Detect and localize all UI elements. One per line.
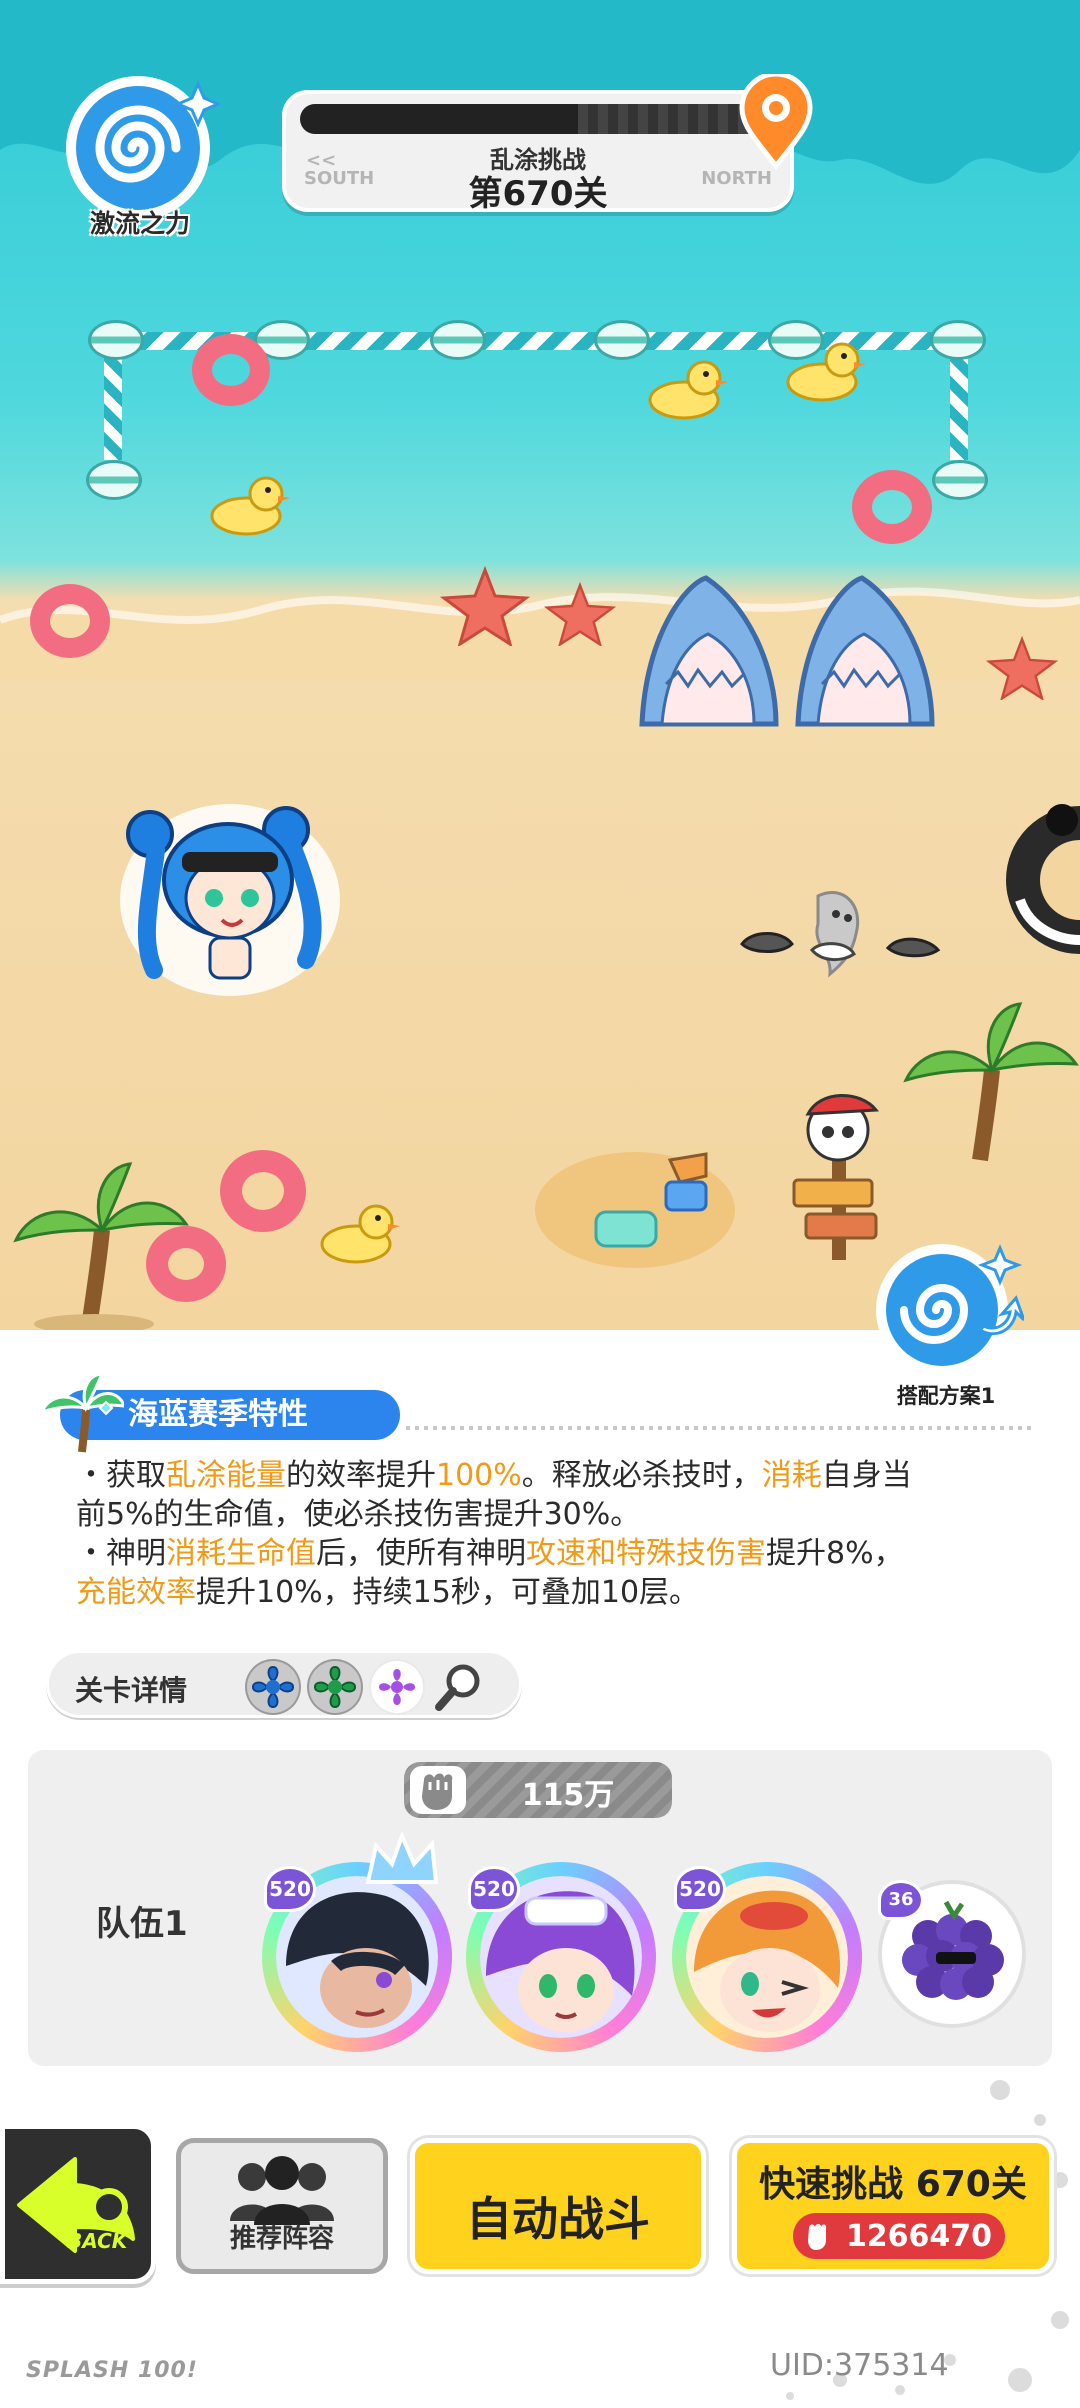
game-logo: SPLASH 100! bbox=[26, 2358, 198, 2383]
loadout-label: 搭配方案1 bbox=[896, 1384, 996, 1408]
hero-slot-1[interactable]: 520 bbox=[262, 1832, 452, 2052]
shark-gate bbox=[639, 575, 935, 727]
sand-mound bbox=[535, 1152, 735, 1268]
season-desc-line-4: 充能效率提升10%，持续15秒，可叠加10层。 bbox=[76, 1573, 1036, 1612]
season-highlight-text: 消耗生命值 bbox=[166, 1536, 316, 1571]
back-arrow-icon bbox=[17, 2157, 135, 2253]
quick-challenge-power-pill: 1266470 bbox=[793, 2213, 1005, 2259]
season-text: 提升8%， bbox=[766, 1536, 904, 1571]
stage-progress-bar bbox=[300, 104, 778, 134]
magnifier-icon bbox=[435, 1664, 480, 1711]
blue-gear-chip[interactable] bbox=[245, 1659, 301, 1715]
power-badge[interactable]: 激流之力 bbox=[60, 70, 220, 240]
stage-panel: << SOUTH 乱涂挑战 第670关 NORTH bbox=[282, 90, 794, 214]
back-button[interactable]: BACK bbox=[0, 2124, 156, 2284]
quick-challenge-button[interactable]: 快速挑战 670关 1266470 bbox=[732, 2138, 1054, 2274]
hero-level-badge: 520 bbox=[264, 1866, 316, 1912]
green-gear-chip[interactable] bbox=[307, 1659, 363, 1715]
season-divider bbox=[406, 1426, 1036, 1430]
back-label: BACK bbox=[67, 2229, 128, 2253]
hero-level-badge: 520 bbox=[468, 1866, 520, 1912]
rubber-duck bbox=[320, 1204, 400, 1264]
stage-details-title: 关卡详情 bbox=[75, 1674, 188, 1707]
rubber-duck bbox=[648, 360, 728, 420]
loadout-button[interactable]: 搭配方案1 bbox=[868, 1240, 1024, 1410]
green-gear-icon bbox=[309, 1661, 361, 1713]
whirlpool-swap-icon bbox=[876, 1244, 1024, 1376]
recommend-lineup-label: 推荐阵容 bbox=[229, 2224, 334, 2254]
auto-battle-button[interactable]: 自动战斗 bbox=[410, 2138, 706, 2274]
auto-battle-label: 自动战斗 bbox=[466, 2192, 650, 2246]
season-highlight-text: 乱涂能量 bbox=[166, 1458, 286, 1493]
season-text: 自身当 bbox=[821, 1458, 912, 1493]
swim-ring bbox=[30, 584, 110, 658]
rope-buoy bbox=[86, 460, 142, 500]
rope-buoy bbox=[930, 320, 986, 360]
rope-buoy bbox=[88, 320, 144, 360]
panda-ring bbox=[1006, 804, 1080, 954]
purple-gear-icon bbox=[371, 1661, 423, 1713]
season-highlight-text: 充能效率 bbox=[76, 1575, 196, 1610]
purple-gear-chip[interactable] bbox=[369, 1659, 425, 1715]
pet-level-badge: 36 bbox=[878, 1880, 924, 1920]
stage-details-bar[interactable]: 关卡详情 bbox=[46, 1650, 522, 1718]
season-desc-line-3: ・神明消耗生命值后，使所有神明攻速和特殊技伤害提升8%， bbox=[76, 1534, 1036, 1573]
season-desc-line-1: ・获取乱涂能量的效率提升100%。释放必杀技时，消耗自身当 bbox=[76, 1456, 1036, 1495]
rope-buoy bbox=[430, 320, 486, 360]
swim-ring bbox=[192, 334, 270, 406]
team-silhouette-icon bbox=[230, 2156, 334, 2225]
starfish-icon bbox=[440, 566, 530, 646]
uid-label: UID:375314 bbox=[770, 2348, 949, 2383]
season-text: 的效率提升 bbox=[286, 1458, 436, 1493]
starfish-icon bbox=[986, 636, 1058, 700]
swim-ring bbox=[852, 470, 932, 544]
rope-buoy bbox=[932, 460, 988, 500]
quick-challenge-power-value: 1266470 bbox=[845, 2219, 993, 2254]
rubber-duck bbox=[210, 476, 290, 536]
season-text: 提升10%，持续15秒，可叠加10层。 bbox=[196, 1575, 700, 1610]
ghost-enemy-group bbox=[740, 890, 941, 978]
season-text: ・获取 bbox=[76, 1458, 166, 1493]
player-character bbox=[120, 804, 340, 996]
fist-icon bbox=[410, 1766, 466, 1814]
season-desc-line-2: 前5%的生命值，使必杀技伤害提升30%。 bbox=[76, 1495, 1036, 1534]
whirlpool-icon bbox=[66, 76, 220, 220]
season-highlight-text: 100% bbox=[436, 1458, 522, 1493]
magnifier-chip[interactable] bbox=[431, 1659, 487, 1715]
palm-tree bbox=[903, 1002, 1079, 1162]
crown-icon bbox=[365, 1832, 439, 1884]
hero-level-badge: 520 bbox=[674, 1866, 726, 1912]
rope-buoy bbox=[594, 320, 650, 360]
team-power-pill: 115万 bbox=[404, 1762, 672, 1818]
starfish-icon bbox=[544, 582, 616, 646]
season-text: ・神明 bbox=[76, 1536, 166, 1571]
north-label: NORTH bbox=[701, 168, 772, 189]
fist-icon bbox=[808, 2224, 827, 2250]
pirate-signpost bbox=[792, 1094, 879, 1260]
season-highlight-text: 消耗 bbox=[761, 1458, 822, 1493]
pet-slot[interactable]: 36 bbox=[878, 1880, 1026, 2028]
team-power-value: 115万 bbox=[521, 1778, 615, 1813]
team-label: 队伍1 bbox=[96, 1904, 188, 1944]
season-highlight-text: 攻速和特殊技伤害 bbox=[526, 1536, 766, 1571]
rubber-duck bbox=[786, 342, 866, 402]
recommend-lineup-button[interactable]: 推荐阵容 bbox=[176, 2138, 388, 2274]
palm-icon bbox=[40, 1372, 124, 1453]
season-text: 前5%的生命值，使必杀技伤害提升30%。 bbox=[76, 1497, 641, 1532]
blue-gear-icon bbox=[247, 1661, 299, 1713]
power-badge-label: 激流之力 bbox=[89, 209, 190, 238]
swim-ring bbox=[220, 1150, 306, 1232]
quick-challenge-label: 快速挑战 670关 bbox=[759, 2164, 1027, 2205]
hero-slot-3[interactable]: 520 bbox=[672, 1862, 862, 2052]
map-pin-icon bbox=[739, 74, 813, 170]
season-text: 。释放必杀技时， bbox=[521, 1458, 762, 1493]
season-text: 后，使所有神明 bbox=[316, 1536, 526, 1571]
hero-slot-2[interactable]: 520 bbox=[466, 1862, 656, 2052]
